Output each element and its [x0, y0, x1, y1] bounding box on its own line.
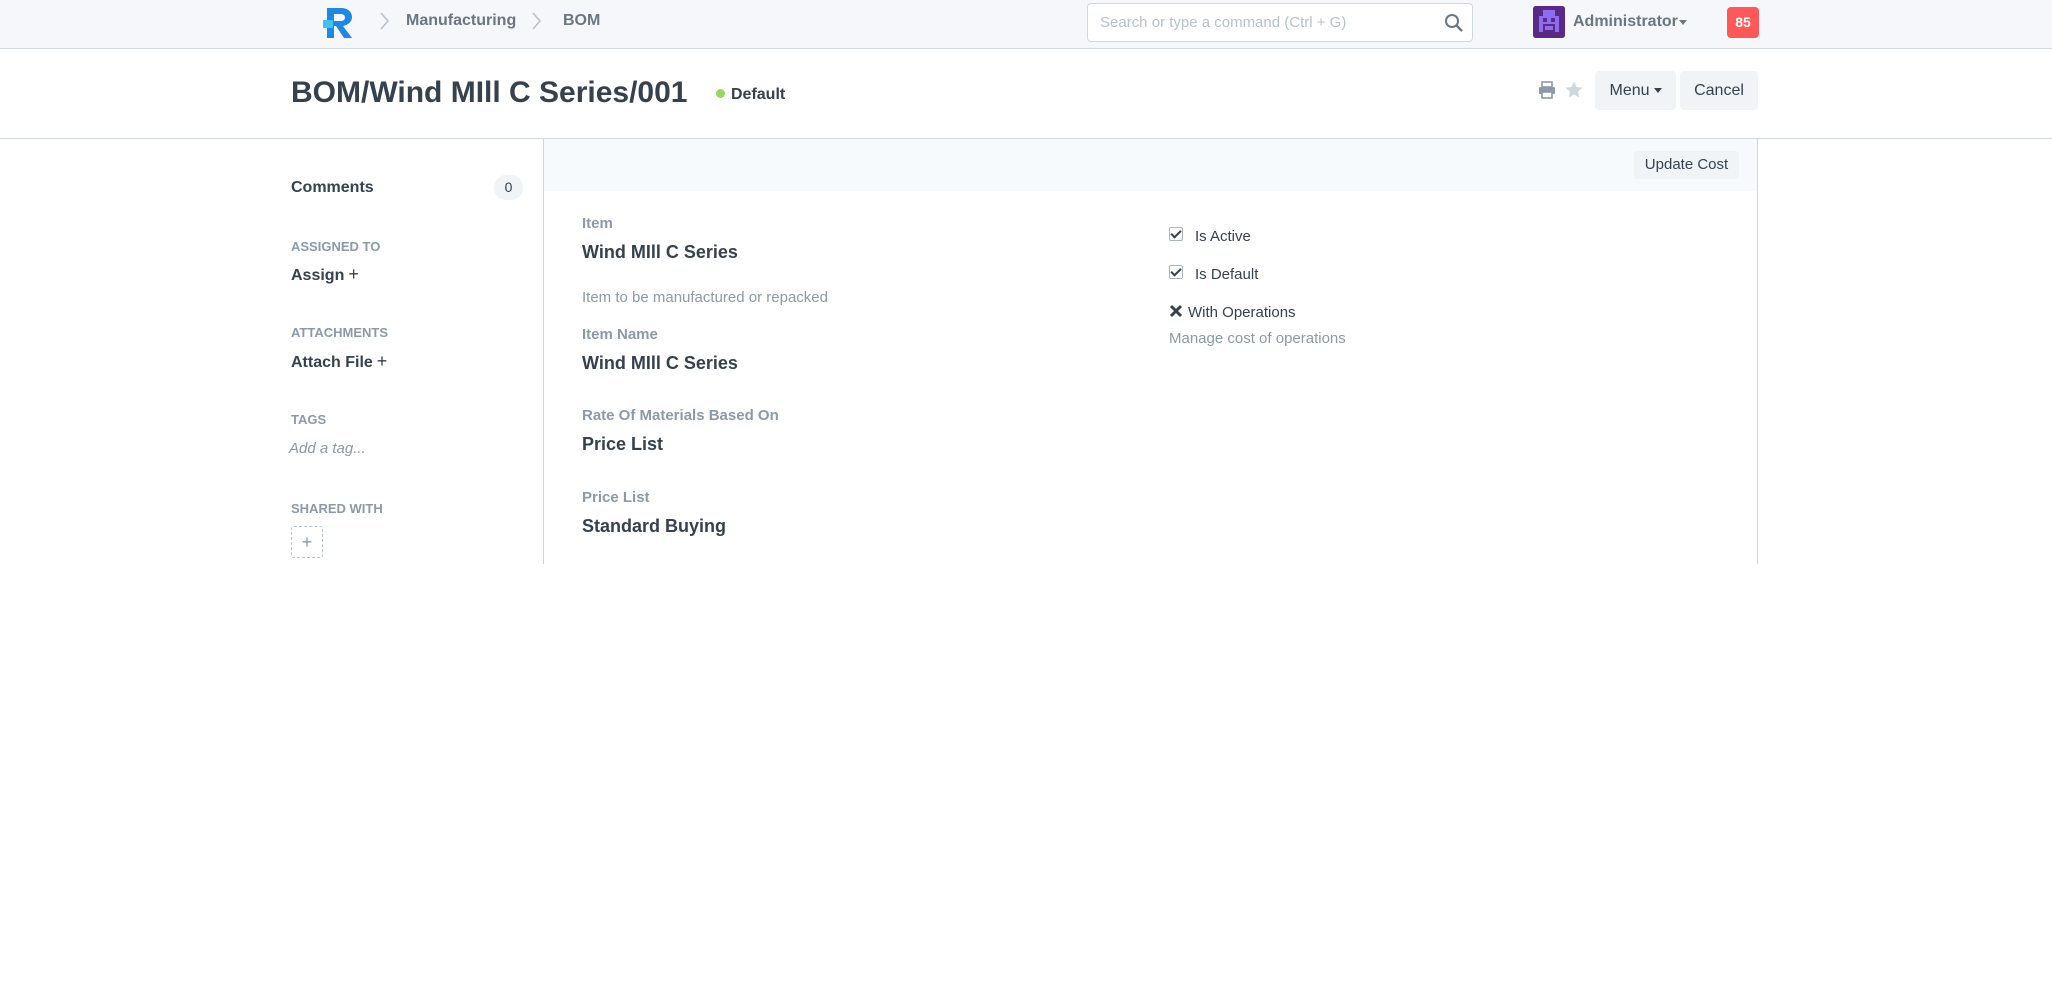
price-list-value[interactable]: Standard Buying	[582, 516, 726, 537]
plus-icon: +	[301, 532, 313, 552]
breadcrumb-manufacturing[interactable]: Manufacturing	[406, 12, 516, 30]
is-active-label[interactable]: Is Active	[1195, 228, 1251, 245]
page-head: BOM/Wind MIll C Series/001 Default Menu …	[0, 49, 2052, 139]
avatar-invader-icon	[1533, 6, 1565, 38]
status-text: Default	[731, 86, 786, 103]
plus-icon: +	[376, 351, 388, 371]
rate-of-materials-label: Rate Of Materials Based On	[582, 407, 779, 424]
with-operations-label[interactable]: With Operations	[1188, 304, 1296, 321]
notification-badge[interactable]: 85	[1727, 7, 1759, 38]
assign-link[interactable]: Assign +	[291, 264, 359, 285]
price-list-label: Price List	[582, 489, 650, 506]
avatar[interactable]	[1533, 6, 1565, 38]
user-menu[interactable]: Administrator	[1573, 13, 1678, 31]
assign-link-label: Assign	[291, 267, 345, 284]
attach-file-label: Attach File	[291, 354, 373, 371]
rate-of-materials-value[interactable]: Price List	[582, 434, 663, 455]
item-description: Item to be manufactured or repacked	[582, 289, 828, 306]
shared-with-heading: SHARED WITH	[291, 501, 383, 516]
item-label: Item	[582, 215, 613, 232]
comments-link[interactable]: Comments	[291, 179, 374, 197]
item-name-label: Item Name	[582, 326, 658, 343]
form-layout: Update Cost Item Wind MIll C Series Item…	[543, 139, 1758, 564]
attach-file-link[interactable]: Attach File +	[291, 351, 387, 372]
with-operations-description: Manage cost of operations	[1169, 330, 1346, 347]
chevron-right-icon	[532, 12, 542, 30]
plus-icon: +	[348, 264, 359, 284]
chevron-right-icon	[380, 12, 390, 30]
item-value[interactable]: Wind MIll C Series	[582, 242, 738, 263]
breadcrumb-bom[interactable]: BOM	[563, 12, 600, 30]
page-title: BOM/Wind MIll C Series/001	[291, 76, 688, 109]
update-cost-button[interactable]: Update Cost	[1634, 151, 1739, 179]
add-tag-input[interactable]: Add a tag...	[289, 440, 366, 457]
comments-count-badge: 0	[494, 175, 523, 200]
status-dot-icon	[716, 89, 725, 98]
menu-button[interactable]: Menu	[1595, 71, 1676, 110]
is-active-checkbox[interactable]	[1169, 227, 1183, 241]
assigned-to-heading: ASSIGNED TO	[291, 239, 381, 254]
app-logo[interactable]	[321, 4, 357, 40]
navbar: Manufacturing BOM Administrator 85	[0, 0, 2052, 49]
tags-heading: TAGS	[291, 412, 327, 427]
search-icon[interactable]	[1444, 13, 1464, 33]
attachments-heading: ATTACHMENTS	[291, 325, 389, 340]
form-toolbar: Update Cost	[544, 139, 1757, 191]
close-icon	[1169, 304, 1183, 318]
is-default-checkbox[interactable]	[1169, 265, 1183, 279]
print-icon[interactable]	[1537, 80, 1557, 100]
cancel-button[interactable]: Cancel	[1680, 71, 1758, 110]
search-box	[1087, 3, 1473, 42]
menu-button-label: Menu	[1609, 82, 1650, 99]
star-icon[interactable]	[1564, 80, 1584, 100]
add-share-button[interactable]: +	[291, 526, 323, 558]
caret-down-icon[interactable]	[1679, 20, 1687, 25]
status-indicator: Default	[716, 86, 785, 104]
is-default-label[interactable]: Is Default	[1195, 266, 1258, 283]
caret-down-icon	[1653, 88, 1662, 93]
item-name-value[interactable]: Wind MIll C Series	[582, 353, 738, 374]
search-input[interactable]	[1100, 4, 1430, 41]
